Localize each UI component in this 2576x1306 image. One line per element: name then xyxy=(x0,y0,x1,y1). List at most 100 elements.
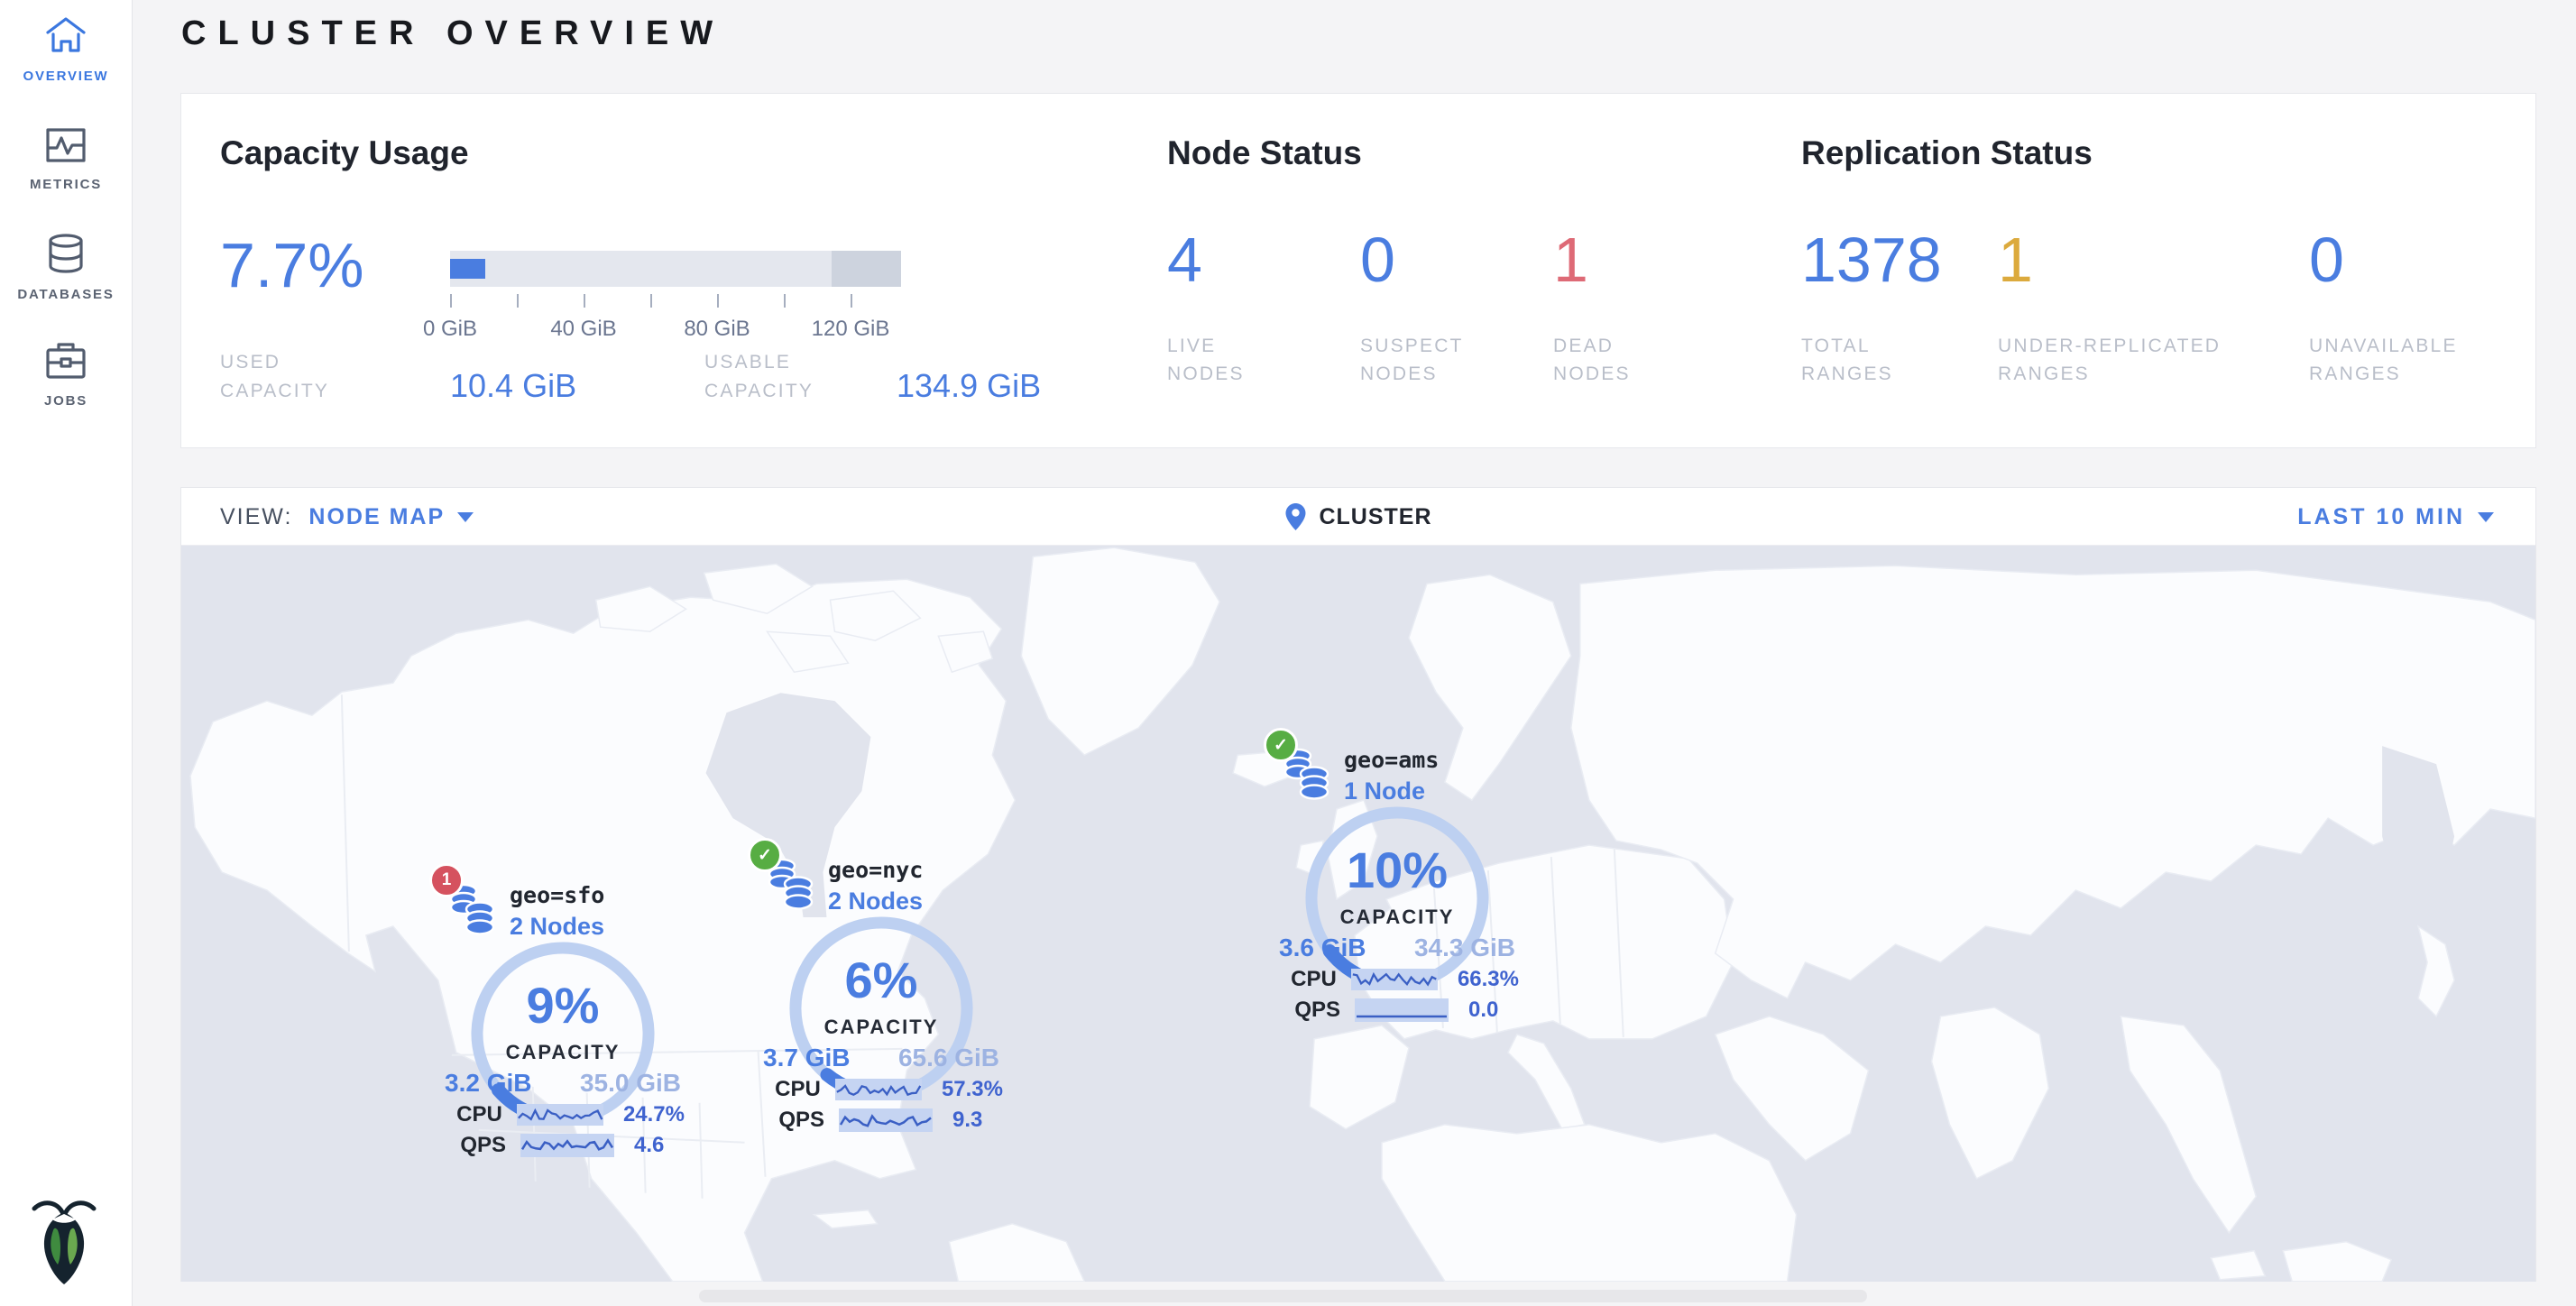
stat-value: 1378 xyxy=(1801,227,1998,294)
healthy-check-icon: ✓ xyxy=(748,838,782,872)
sidebar: OVERVIEW METRICS DATABASES xyxy=(0,0,133,1306)
cpu-row: CPU 24.7% xyxy=(455,1102,685,1127)
stat-live-nodes: 4 LIVE NODES xyxy=(1167,227,1360,389)
gauge-percent-value: 9% xyxy=(441,976,685,1035)
sidebar-item-overview[interactable]: OVERVIEW xyxy=(0,14,132,84)
total-capacity-value: 35.0 GiB xyxy=(580,1069,681,1098)
qps-value: 4.6 xyxy=(634,1133,664,1158)
section-title: Capacity Usage xyxy=(220,134,469,172)
qps-row: QPS 0.0 xyxy=(1290,998,1519,1023)
capacity-axis-ticks xyxy=(450,294,901,308)
stat-value: 0 xyxy=(1360,227,1553,294)
qps-sparkline xyxy=(1355,998,1449,1022)
cluster-overview-page: OVERVIEW METRICS DATABASES xyxy=(0,0,2576,1306)
sidebar-item-label: JOBS xyxy=(0,393,132,409)
qps-label: QPS xyxy=(774,1108,824,1133)
stat-label: DEAD NODES xyxy=(1553,332,1661,389)
usable-capacity-label: USABLE CAPACITY xyxy=(704,348,867,405)
cpu-sparkline xyxy=(835,1078,922,1101)
stat-label: UNDER-REPLICATED RANGES xyxy=(1998,332,2295,389)
stat-value: 1 xyxy=(1553,227,1746,294)
summary-panel: Capacity Usage 7.7% 0 GiB 40 GiB 80 GiB … xyxy=(180,93,2536,448)
qps-sparkline xyxy=(520,1134,614,1157)
stat-value: 0 xyxy=(2309,227,2507,294)
qps-value: 0.0 xyxy=(1468,998,1498,1023)
stat-label: TOTAL RANGES xyxy=(1801,332,1927,389)
qps-row: QPS 4.6 xyxy=(455,1133,685,1158)
used-capacity-value: 3.7 GiB xyxy=(763,1044,850,1072)
healthy-check-icon: ✓ xyxy=(1264,728,1298,762)
stat-value: 1 xyxy=(1998,227,2309,294)
horizontal-scrollbar[interactable] xyxy=(699,1290,1867,1302)
gauge-capacity-label: CAPACITY xyxy=(759,1016,1003,1039)
total-capacity-value: 34.3 GiB xyxy=(1414,934,1515,962)
cpu-value: 24.7% xyxy=(623,1102,685,1127)
usable-capacity-value: 134.9 GiB xyxy=(897,367,1041,405)
chevron-down-icon[interactable] xyxy=(457,512,474,522)
home-icon xyxy=(44,14,87,56)
databases-icon xyxy=(45,233,87,274)
used-capacity-value: 3.2 GiB xyxy=(445,1069,531,1098)
view-selector[interactable]: NODE MAP xyxy=(308,504,445,530)
qps-sparkline xyxy=(839,1108,933,1132)
total-capacity-value: 65.6 GiB xyxy=(898,1044,999,1072)
cpu-value: 66.3% xyxy=(1458,967,1519,992)
section-title: Node Status xyxy=(1167,134,1362,172)
capacity-percent-value: 7.7% xyxy=(220,229,364,301)
node-marker-sfo[interactable]: 1 geo=sfo 2 Nodes 9% CAPACITY 3.2 GiB 35… xyxy=(441,875,685,1165)
stat-dead-nodes: 1 DEAD NODES xyxy=(1553,227,1746,389)
metrics-icon xyxy=(44,126,87,164)
cpu-row: CPU 66.3% xyxy=(1290,967,1519,992)
gauge-capacity-label: CAPACITY xyxy=(1275,906,1519,929)
chevron-down-icon[interactable] xyxy=(2478,512,2494,522)
sidebar-item-label: OVERVIEW xyxy=(0,69,132,84)
node-marker-nyc[interactable]: ✓ geo=nyc 2 Nodes 6% CAPACITY 3.7 GiB 65… xyxy=(759,850,1003,1140)
map-panel: VIEW: NODE MAP CLUSTER LAST 10 MIN xyxy=(180,487,2536,1282)
capacity-bar xyxy=(450,251,901,287)
sidebar-item-databases[interactable]: DATABASES xyxy=(0,233,132,302)
breadcrumb-cluster[interactable]: CLUSTER xyxy=(1319,504,1431,530)
used-capacity-value: 3.6 GiB xyxy=(1279,934,1366,962)
cpu-label: CPU xyxy=(455,1102,502,1127)
cpu-value: 57.3% xyxy=(942,1077,1003,1102)
time-range-selector[interactable]: LAST 10 MIN xyxy=(2297,488,2494,546)
cockroach-logo xyxy=(25,1196,103,1286)
capacity-bar-reserved xyxy=(832,251,902,287)
dead-node-badge: 1 xyxy=(429,863,464,897)
tick-label: 80 GiB xyxy=(684,317,750,342)
sidebar-item-label: DATABASES xyxy=(0,287,132,302)
node-marker-ams[interactable]: ✓ geo=ams 1 Node 10% CAPACITY 3.6 GiB 34… xyxy=(1275,740,1519,1030)
stat-label: SUSPECT NODES xyxy=(1360,332,1486,389)
node-map: 1 geo=sfo 2 Nodes 9% CAPACITY 3.2 GiB 35… xyxy=(181,546,2535,1282)
capacity-bar-fill xyxy=(450,259,485,279)
qps-value: 9.3 xyxy=(952,1108,982,1133)
gauge-capacity-label: CAPACITY xyxy=(441,1041,685,1064)
stat-total-ranges: 1378 TOTAL RANGES xyxy=(1801,227,1998,389)
stat-value: 4 xyxy=(1167,227,1360,294)
cpu-sparkline xyxy=(1351,968,1438,991)
tick-label: 40 GiB xyxy=(550,317,616,342)
sidebar-item-metrics[interactable]: METRICS xyxy=(0,126,132,192)
section-title: Replication Status xyxy=(1801,134,2093,172)
tick-label: 120 GiB xyxy=(812,317,890,342)
cpu-label: CPU xyxy=(1290,967,1337,992)
jobs-icon xyxy=(44,341,87,381)
sidebar-item-jobs[interactable]: JOBS xyxy=(0,341,132,409)
time-range-value[interactable]: LAST 10 MIN xyxy=(2297,504,2465,530)
qps-label: QPS xyxy=(455,1133,506,1158)
capacity-usage-section: Capacity Usage 7.7% 0 GiB 40 GiB 80 GiB … xyxy=(220,94,1122,447)
page-title: CLUSTER OVERVIEW xyxy=(181,14,724,53)
stat-under-replicated-ranges: 1 UNDER-REPLICATED RANGES xyxy=(1998,227,2309,389)
used-capacity-label: USED CAPACITY xyxy=(220,348,373,405)
qps-label: QPS xyxy=(1290,998,1340,1023)
cpu-row: CPU 57.3% xyxy=(774,1077,1003,1102)
tick-label: 0 GiB xyxy=(423,317,477,342)
cpu-label: CPU xyxy=(774,1077,821,1102)
capacity-axis-labels: 0 GiB 40 GiB 80 GiB 120 GiB xyxy=(450,317,901,344)
map-toolbar: VIEW: NODE MAP CLUSTER LAST 10 MIN xyxy=(181,488,2535,546)
node-status-section: Node Status 4 LIVE NODES 0 SUSPECT NODES… xyxy=(1167,94,1799,447)
qps-row: QPS 9.3 xyxy=(774,1108,1003,1133)
replication-status-section: Replication Status 1378 TOTAL RANGES 1 U… xyxy=(1801,94,2523,447)
stat-label: UNAVAILABLE RANGES xyxy=(2309,332,2489,389)
sidebar-item-label: METRICS xyxy=(0,177,132,192)
